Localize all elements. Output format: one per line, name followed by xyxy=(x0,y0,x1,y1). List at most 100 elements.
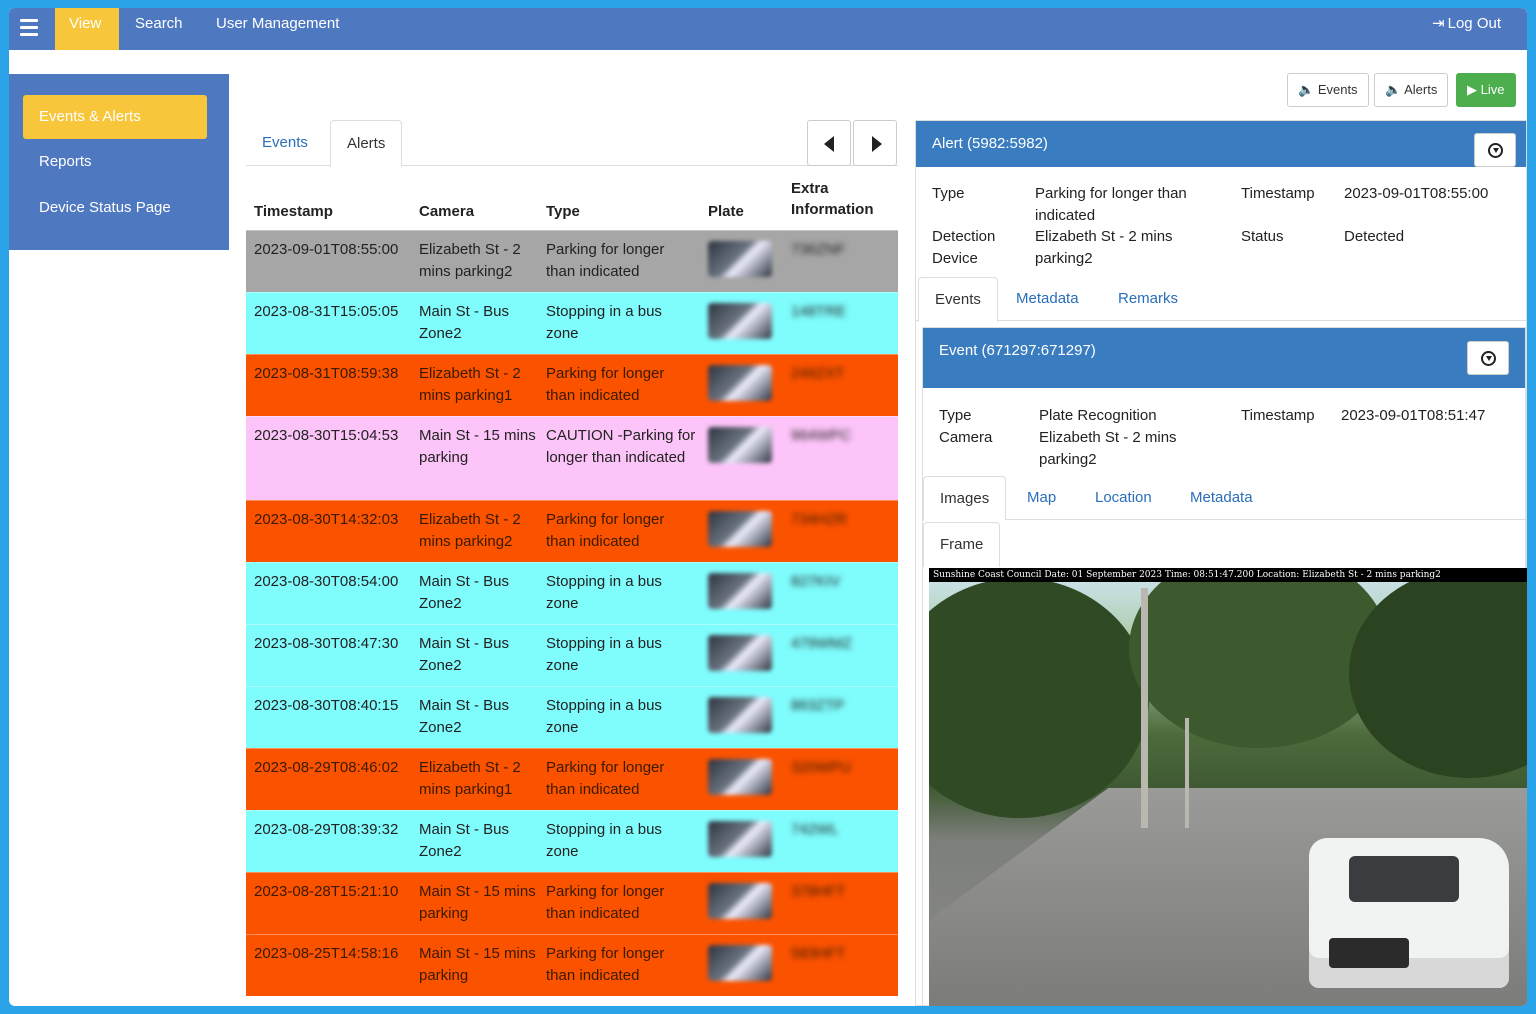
table-body: 2023-09-01T08:55:00 Elizabeth St - 2 mins… xyxy=(246,230,898,996)
table-row[interactable]: 2023-08-28T15:21:10 Main St - 15 mins par… xyxy=(246,872,898,934)
alert-tabs: Events Metadata Remarks xyxy=(916,277,1526,322)
alert-download-button[interactable] xyxy=(1474,133,1516,167)
cell-timestamp: 2023-08-25T14:58:16 xyxy=(254,945,399,962)
nav-search[interactable]: Search xyxy=(121,8,197,50)
event-timestamp-value: 2023-09-01T08:51:47 xyxy=(1341,407,1486,424)
table-row[interactable]: 2023-08-29T08:39:32 Main St - Bus Zone2 St… xyxy=(246,810,898,872)
cell-camera: Elizabeth St - 2 mins parking1 xyxy=(419,759,521,798)
cell-type: Stopping in a bus zone xyxy=(546,821,662,860)
cell-type: Parking for longer than indicated xyxy=(546,241,665,280)
tab-location[interactable]: Location xyxy=(1079,476,1168,520)
tab-frame[interactable]: Frame xyxy=(923,522,1001,567)
event-camera-value: Elizabeth St - 2 mins parking2 xyxy=(1039,429,1177,468)
alerts-table: Timestamp Camera Type Plate Extra Inform… xyxy=(246,168,898,996)
tab-images[interactable]: Images xyxy=(923,476,1007,521)
alert-header: Alert (5982:5982) xyxy=(916,121,1526,167)
hamburger-menu-icon[interactable] xyxy=(20,15,40,41)
logout-link[interactable]: ⇥ Log Out xyxy=(1432,8,1501,40)
cell-camera: Main St - 15 mins parking xyxy=(419,427,536,466)
table-row[interactable]: 2023-08-30T08:40:15 Main St - Bus Zone2 St… xyxy=(246,686,898,748)
alert-device-value: Elizabeth St - 2 mins parking2 xyxy=(1035,228,1173,267)
cell-type: Parking for longer than indicated xyxy=(546,945,665,984)
image-detail xyxy=(929,578,1149,818)
plate-thumbnail[interactable] xyxy=(708,635,772,671)
cell-camera: Main St - Bus Zone2 xyxy=(419,697,510,736)
prev-page-button[interactable] xyxy=(807,120,851,166)
speaker-icon: 🔈 xyxy=(1298,82,1315,97)
tab-alert-metadata[interactable]: Metadata xyxy=(1000,277,1095,321)
sidebar-item-events-alerts[interactable]: Events & Alerts xyxy=(23,95,207,139)
next-page-button[interactable] xyxy=(853,120,897,166)
cell-extra-info: 964WPC xyxy=(791,427,852,444)
alert-detail-panel: Alert (5982:5982) Type Parking for longe… xyxy=(915,120,1527,1006)
sidebar-item-reports[interactable]: Reports xyxy=(23,140,207,184)
plate-thumbnail[interactable] xyxy=(708,303,772,339)
plate-thumbnail[interactable] xyxy=(708,697,772,733)
logout-label: Log Out xyxy=(1447,15,1501,32)
cell-type: Parking for longer than indicated xyxy=(546,759,665,798)
cell-type: Parking for longer than indicated xyxy=(546,883,665,922)
cell-type: Stopping in a bus zone xyxy=(546,697,662,736)
nav-user-management[interactable]: User Management xyxy=(202,8,353,50)
chevron-left-icon xyxy=(824,136,834,152)
tab-events[interactable]: Events xyxy=(246,120,324,166)
cell-camera: Elizabeth St - 2 mins parking2 xyxy=(419,511,521,550)
plate-thumbnail[interactable] xyxy=(708,759,772,795)
image-subtabs: Frame xyxy=(923,522,1525,567)
chevron-right-icon xyxy=(872,136,882,152)
plate-thumbnail[interactable] xyxy=(708,241,772,277)
sidebar-item-device-status[interactable]: Device Status Page xyxy=(23,186,207,230)
col-camera[interactable]: Camera xyxy=(419,203,474,220)
col-type[interactable]: Type xyxy=(546,203,580,220)
col-plate[interactable]: Plate xyxy=(708,203,744,220)
app-window: View Search User Management ⇥ Log Out Eve… xyxy=(9,8,1527,1006)
table-row[interactable]: 2023-08-31T15:05:05 Main St - Bus Zone2 St… xyxy=(246,292,898,354)
cell-timestamp: 2023-08-31T15:05:05 xyxy=(254,303,399,320)
cell-type: Stopping in a bus zone xyxy=(546,573,662,612)
cell-type: Parking for longer than indicated xyxy=(546,365,665,404)
col-extra-info[interactable]: Extra Information xyxy=(791,178,891,220)
cell-timestamp: 2023-09-01T08:55:00 xyxy=(254,241,399,258)
table-row[interactable]: 2023-08-30T15:04:53 Main St - 15 mins par… xyxy=(246,416,898,500)
plate-thumbnail[interactable] xyxy=(708,945,772,981)
table-row[interactable]: 2023-08-31T08:59:38 Elizabeth St - 2 mins… xyxy=(246,354,898,416)
cell-timestamp: 2023-08-30T08:54:00 xyxy=(254,573,399,590)
event-header: Event (671297:671297) xyxy=(923,328,1525,388)
tab-alerts[interactable]: Alerts xyxy=(330,120,403,167)
table-row[interactable]: 2023-08-30T14:32:03 Elizabeth St - 2 mins… xyxy=(246,500,898,562)
alert-status-value: Detected xyxy=(1344,228,1405,245)
plate-thumbnail[interactable] xyxy=(708,573,772,609)
event-camera-label: Camera xyxy=(939,429,993,446)
tab-alert-events[interactable]: Events xyxy=(918,277,998,322)
table-row[interactable]: 2023-08-29T08:46:02 Elizabeth St - 2 mins… xyxy=(246,748,898,810)
event-download-button[interactable] xyxy=(1467,341,1509,375)
alert-device-label: Detection Device xyxy=(932,228,996,267)
sidebar: Events & Alerts Reports Device Status Pa… xyxy=(9,74,229,250)
alerts-sound-label: Alerts xyxy=(1404,82,1438,97)
alerts-sound-button[interactable]: 🔈 Alerts xyxy=(1374,73,1449,107)
cell-extra-info: 863ZTP xyxy=(791,697,845,714)
plate-thumbnail[interactable] xyxy=(708,427,772,463)
tab-map[interactable]: Map xyxy=(1011,476,1072,520)
plate-thumbnail[interactable] xyxy=(708,883,772,919)
cell-timestamp: 2023-08-30T08:40:15 xyxy=(254,697,399,714)
cell-extra-info: 249ZXT xyxy=(791,365,845,382)
plate-thumbnail[interactable] xyxy=(708,821,772,857)
alert-timestamp-label: Timestamp xyxy=(1241,185,1315,202)
table-row[interactable]: 2023-08-30T08:54:00 Main St - Bus Zone2 St… xyxy=(246,562,898,624)
col-timestamp[interactable]: Timestamp xyxy=(254,203,333,220)
plate-thumbnail[interactable] xyxy=(708,365,772,401)
table-row[interactable]: 2023-08-30T08:47:30 Main St - Bus Zone2 St… xyxy=(246,624,898,686)
cell-timestamp: 2023-08-29T08:39:32 xyxy=(254,821,399,838)
tab-event-metadata[interactable]: Metadata xyxy=(1174,476,1269,520)
plate-thumbnail[interactable] xyxy=(708,511,772,547)
alert-type-value: Parking for longer than indicated xyxy=(1035,185,1187,224)
tab-alert-remarks[interactable]: Remarks xyxy=(1102,277,1194,321)
nav-view[interactable]: View xyxy=(55,8,119,50)
table-row[interactable]: 2023-08-25T14:58:16 Main St - 15 mins par… xyxy=(246,934,898,996)
alert-title: Alert (5982:5982) xyxy=(932,135,1048,152)
table-row[interactable]: 2023-09-01T08:55:00 Elizabeth St - 2 mins… xyxy=(246,230,898,292)
events-sound-button[interactable]: 🔈 Events xyxy=(1287,73,1369,107)
live-button[interactable]: ▶ Live xyxy=(1456,73,1516,107)
cell-timestamp: 2023-08-30T14:32:03 xyxy=(254,511,399,528)
